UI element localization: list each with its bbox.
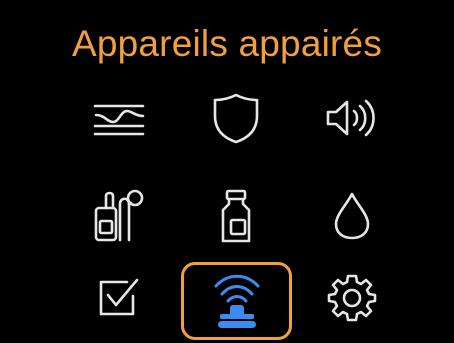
menu-item-shield[interactable]	[183, 83, 289, 153]
menu-item-paired-devices[interactable]	[181, 262, 292, 340]
paired-device-icon	[214, 274, 259, 328]
menu-item-drop[interactable]	[299, 181, 405, 251]
insulin-vial-icon	[221, 189, 251, 243]
speaker-icon	[326, 99, 375, 137]
pump-cgm-icon	[94, 189, 144, 242]
menu-item-pump-cgm[interactable]	[66, 181, 172, 251]
menu-item-settings[interactable]	[299, 262, 405, 332]
menu-item-sound[interactable]	[299, 83, 405, 153]
graph-icon	[93, 104, 145, 136]
drop-icon	[334, 192, 370, 240]
device-screen: Appareils appairés	[0, 0, 454, 343]
gear-icon	[327, 274, 377, 322]
menu-item-graph[interactable]	[66, 83, 172, 153]
menu-item-checklist[interactable]	[66, 262, 172, 332]
checkbox-icon	[99, 278, 139, 316]
menu-item-vial[interactable]	[183, 181, 289, 251]
shield-icon	[213, 93, 259, 144]
page-title: Appareils appairés	[71, 23, 383, 64]
